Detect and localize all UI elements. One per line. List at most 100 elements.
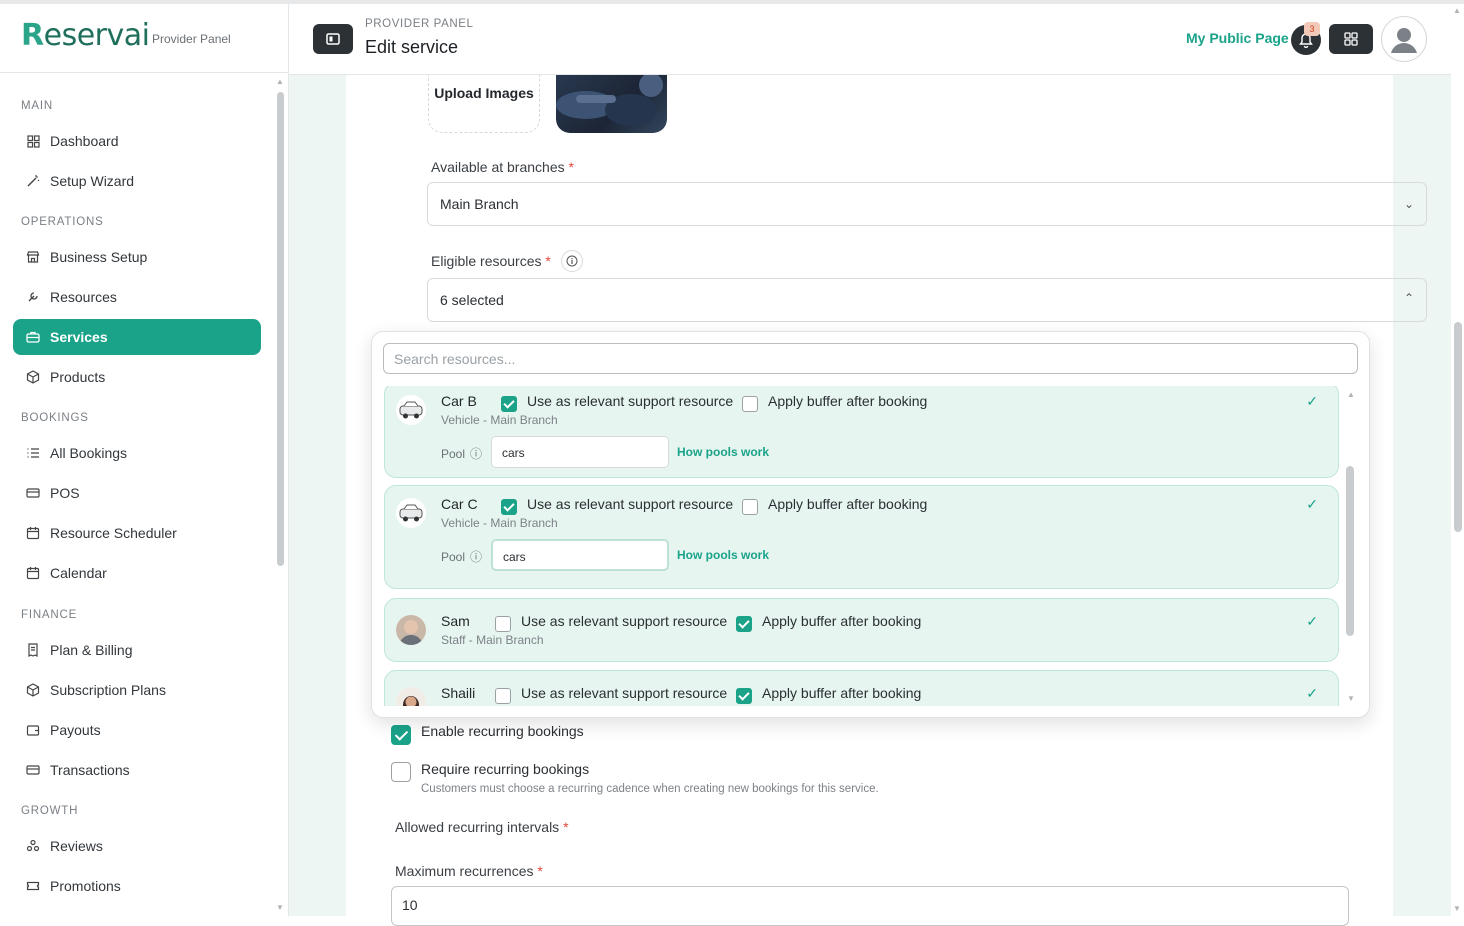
sidebar-item-calendar[interactable]: Calendar (13, 555, 261, 591)
sidebar-item-pos[interactable]: POS (13, 475, 261, 511)
resources-select[interactable]: 6 selected ⌃ (427, 278, 1427, 322)
support-resource-checkbox[interactable] (495, 616, 511, 632)
require-recurring-checkbox[interactable] (391, 762, 411, 782)
pool-info-icon[interactable]: ⓘ (470, 550, 482, 564)
sidebar-item-label: All Bookings (50, 445, 128, 461)
sidebar-item-label: Products (50, 369, 106, 385)
upload-images-label: Upload Images (434, 85, 534, 101)
support-resource-label: Use as relevant support resource (527, 393, 734, 409)
sidebar-section-main: MAIN (21, 100, 53, 112)
sidebar-section-bookings: BOOKINGS (21, 412, 89, 424)
resource-meta: Staff - Main Branch (441, 633, 544, 647)
sidebar-scroll-down[interactable]: ▼ (276, 903, 284, 912)
resource-option[interactable]: Car B Vehicle - Main Branch Use as relevan… (384, 386, 1339, 478)
buffer-after-booking-checkbox[interactable] (736, 688, 752, 704)
resources-label: Eligible resources * (431, 253, 551, 269)
dropdown-scroll-down[interactable]: ▼ (1347, 694, 1355, 703)
upload-images-button[interactable]: Upload Images (428, 65, 540, 133)
page-scroll-down[interactable]: ▼ (1453, 904, 1461, 913)
sidebar-item-resource-scheduler[interactable]: Resource Scheduler (13, 515, 261, 551)
enable-recurring-label: Enable recurring bookings (421, 723, 584, 739)
sidebar-item-dashboard[interactable]: Dashboard (13, 123, 261, 159)
pool-input[interactable]: cars (491, 539, 669, 571)
sidebar-item-label: Business Setup (50, 249, 148, 265)
max-recurrences-input[interactable]: 10 (391, 886, 1349, 926)
apps-grid-button[interactable] (1329, 24, 1373, 54)
selected-check-icon: ✓ (1306, 685, 1318, 701)
buffer-after-booking-label: Apply buffer after booking (762, 613, 922, 629)
resources-list: Car B Vehicle - Main Branch Use as relevan… (372, 386, 1369, 706)
chevron-down-icon: ⌄ (1403, 197, 1414, 211)
sidebar-item-plan-billing[interactable]: Plan & Billing (13, 632, 261, 668)
sidebar-item-label: Promotions (50, 878, 121, 894)
service-image-thumbnail[interactable] (556, 65, 667, 133)
breadcrumb: PROVIDER PANEL (365, 18, 474, 30)
require-recurring-label: Require recurring bookings (421, 761, 590, 777)
pool-label: Pool ⓘ (441, 447, 483, 461)
resource-option[interactable]: Car C Vehicle - Main Branch Use as relevan… (384, 485, 1339, 589)
pool-info-icon[interactable]: ⓘ (470, 447, 482, 461)
resource-name: Car B (441, 393, 477, 409)
resources-value: 6 selected (440, 292, 504, 308)
resources-info-icon[interactable] (561, 250, 583, 272)
sidebar-item-label: Dashboard (50, 133, 119, 149)
ticket-icon (25, 878, 41, 894)
sidebar-item-setup-wizard[interactable]: Setup Wizard (13, 163, 261, 199)
sidebar-item-label: Services (50, 329, 108, 345)
buffer-after-booking-label: Apply buffer after booking (762, 685, 922, 701)
sidebar-scroll-up[interactable]: ▲ (276, 77, 284, 86)
sidebar-item-resources[interactable]: Resources (13, 279, 261, 315)
user-avatar-button[interactable] (1381, 16, 1427, 62)
page-scrollbar[interactable] (1454, 322, 1462, 532)
calendar-icon (25, 525, 41, 541)
dropdown-scrollbar[interactable] (1346, 466, 1354, 636)
branches-value: Main Branch (440, 196, 519, 212)
dropdown-scroll-up[interactable]: ▲ (1347, 390, 1355, 399)
sidebar-item-label: Resource Scheduler (50, 525, 177, 541)
sidebar-item-label: Setup Wizard (50, 173, 135, 189)
car-interior-image (556, 73, 663, 126)
logo[interactable]: Reservai (21, 18, 150, 53)
support-resource-checkbox[interactable] (501, 396, 517, 412)
enable-recurring-checkbox[interactable] (391, 725, 411, 745)
sidebar-item-transactions[interactable]: Transactions (13, 752, 261, 788)
pool-input[interactable]: cars (491, 436, 669, 468)
buffer-after-booking-checkbox[interactable] (742, 499, 758, 515)
how-pools-work-link[interactable]: How pools work (677, 548, 769, 562)
sidebar-item-payouts[interactable]: Payouts (13, 712, 261, 748)
brand-row: Reservai Provider Panel (0, 4, 288, 73)
top-header: PROVIDER PANEL Edit service My Public Pa… (289, 4, 1451, 75)
sidebar-scrollbar[interactable] (277, 92, 284, 566)
how-pools-work-link[interactable]: How pools work (677, 445, 769, 459)
wand-icon (25, 173, 41, 189)
sidebar-item-services[interactable]: Services (13, 319, 261, 355)
receipt-icon (25, 642, 41, 658)
intervals-label: Allowed recurring intervals * (395, 819, 569, 835)
resource-name: Shaili (441, 685, 476, 701)
briefcase-icon (25, 329, 41, 345)
support-resource-checkbox[interactable] (495, 688, 511, 704)
buffer-after-booking-checkbox[interactable] (736, 616, 752, 632)
buffer-after-booking-checkbox[interactable] (742, 396, 758, 412)
sidebar-item-promotions[interactable]: Promotions (13, 868, 261, 904)
page-scroll-up[interactable]: ▲ (1453, 6, 1461, 15)
selected-check-icon: ✓ (1306, 496, 1318, 512)
search-resources-input[interactable]: Search resources... (383, 343, 1358, 374)
resource-option[interactable]: Shaili Use as relevant support resource Ap… (384, 670, 1339, 706)
branches-label: Available at branches * (431, 159, 574, 175)
sidebar-item-label: Reviews (50, 838, 103, 854)
sidebar-item-subscription-plans[interactable]: Subscription Plans (13, 672, 261, 708)
sidebar-item-business-setup[interactable]: Business Setup (13, 239, 261, 275)
notification-count-badge: 3 (1304, 22, 1320, 36)
support-resource-checkbox[interactable] (501, 499, 517, 515)
resource-option[interactable]: Sam Staff - Main Branch Use as relevant su… (384, 598, 1339, 662)
user-avatar-icon (1391, 28, 1417, 53)
sidebar-toggle-button[interactable] (313, 24, 353, 54)
apps-grid-icon (1344, 32, 1358, 46)
sidebar-item-all-bookings[interactable]: All Bookings (13, 435, 261, 471)
sidebar-item-products[interactable]: Products (13, 359, 261, 395)
branches-select[interactable]: Main Branch ⌄ (427, 182, 1427, 226)
list-icon (25, 445, 41, 461)
sidebar-item-reviews[interactable]: Reviews (13, 828, 261, 864)
my-public-page-link[interactable]: My Public Page (1186, 30, 1289, 46)
